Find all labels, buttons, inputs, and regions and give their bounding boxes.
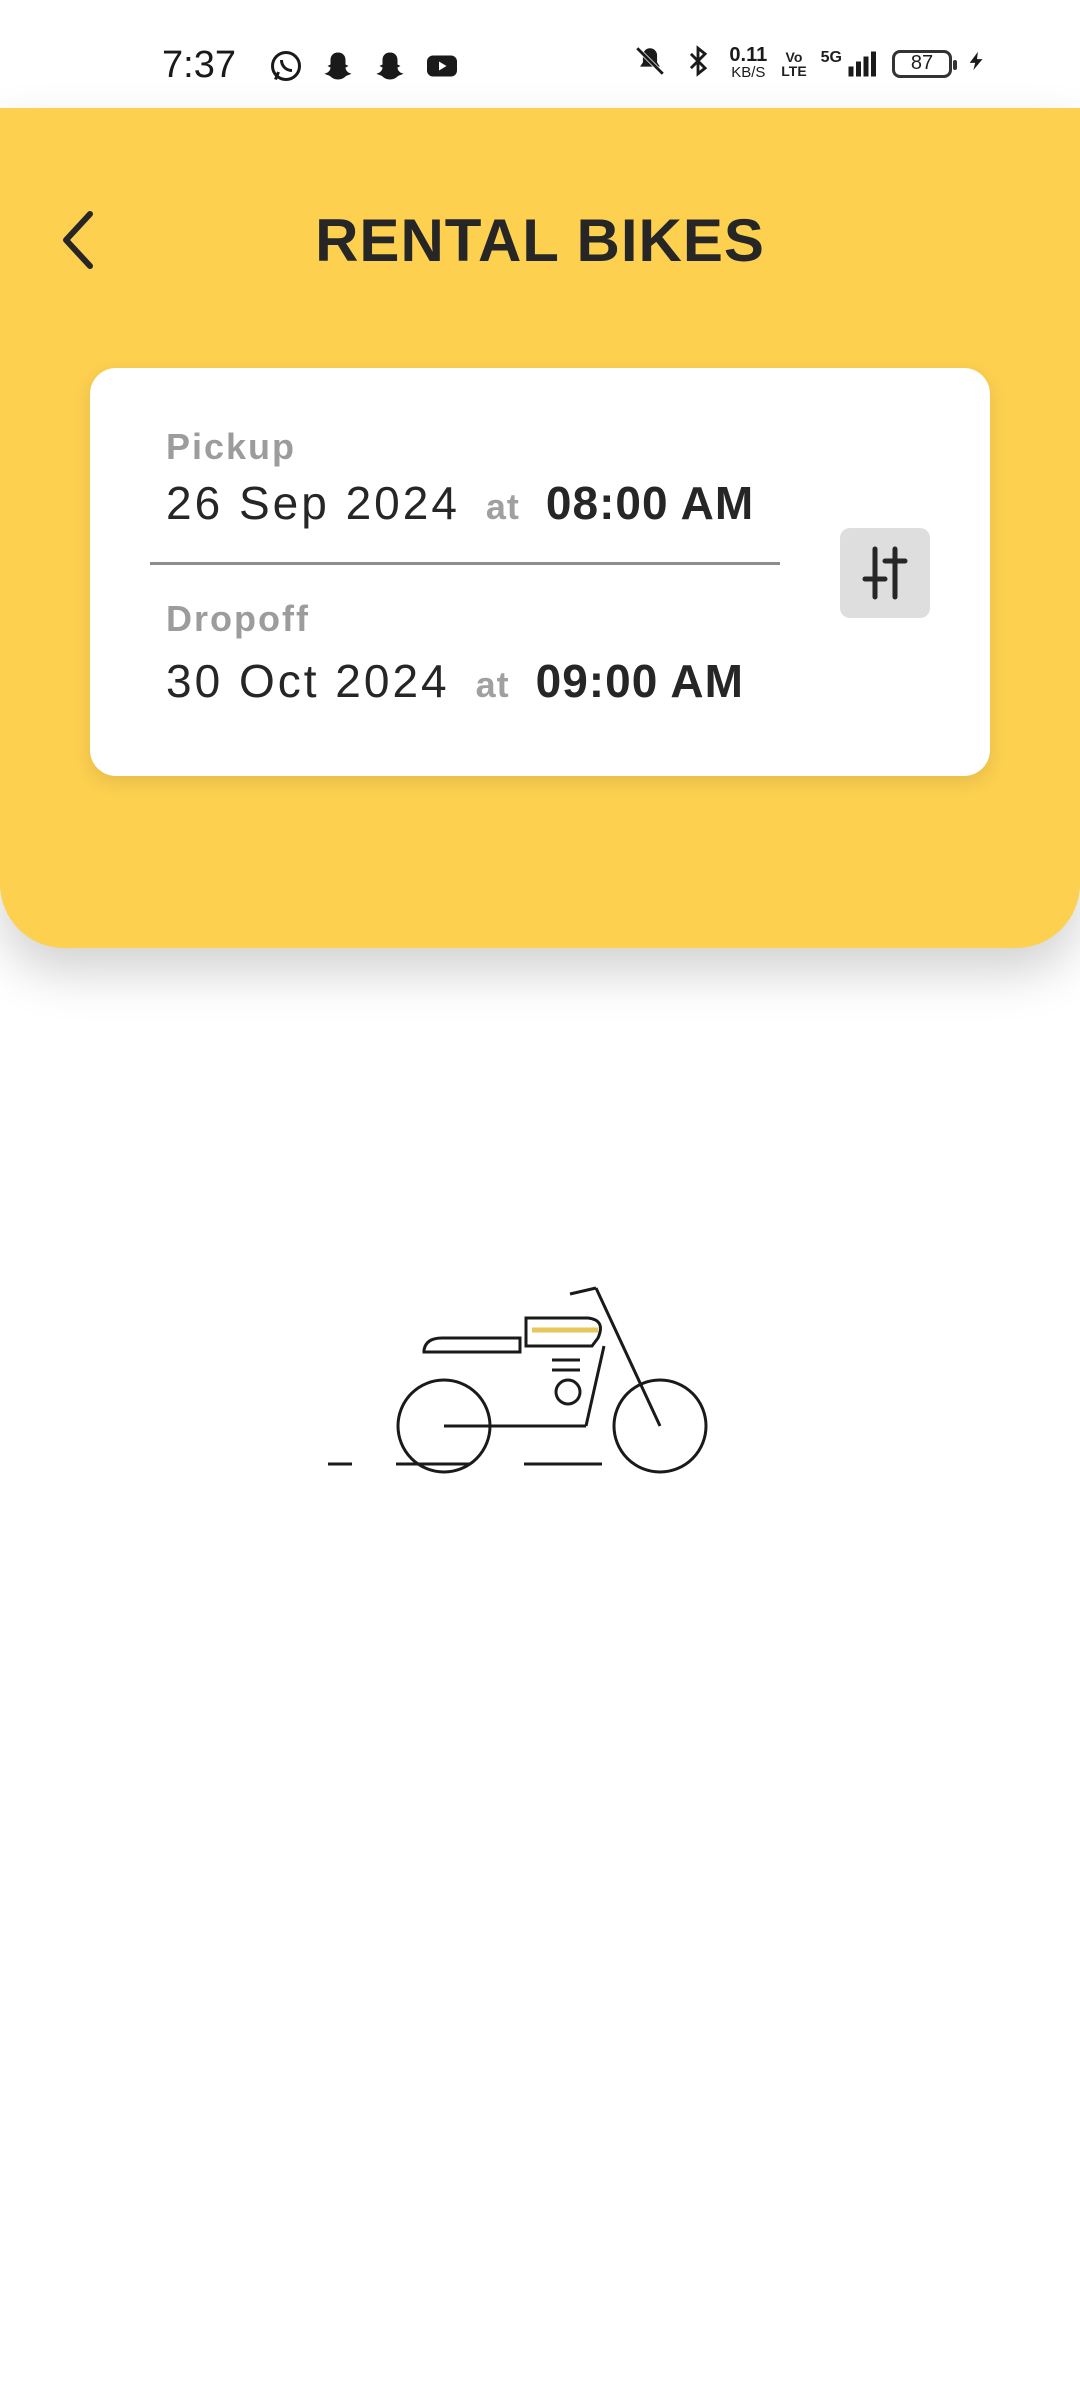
divider: [150, 562, 780, 565]
header-panel: RENTAL BIKES Pickup 26 Sep 2024 at 08:00…: [0, 108, 1080, 948]
page-title: RENTAL BIKES: [315, 207, 765, 274]
status-bar: 7:37 0.11 KB/S Vo LTE 5G 87: [0, 0, 1080, 108]
pickup-time[interactable]: 08:00 AM: [546, 476, 754, 530]
dropoff-row[interactable]: Dropoff 30 Oct 2024 at 09:00 AM: [166, 598, 744, 708]
snapchat-icon: [372, 48, 408, 89]
pickup-date[interactable]: 26 Sep 2024: [166, 476, 460, 530]
whatsapp-icon: [268, 48, 304, 89]
signal-icon: 5G: [821, 49, 878, 79]
status-time: 7:37: [162, 44, 236, 86]
sliders-icon: [862, 546, 908, 600]
dropoff-time[interactable]: 09:00 AM: [536, 654, 744, 708]
battery-indicator: 87: [892, 49, 957, 78]
booking-dates-card[interactable]: Pickup 26 Sep 2024 at 08:00 AM Dropoff 3…: [90, 368, 990, 776]
youtube-icon: [424, 48, 460, 89]
dropoff-label: Dropoff: [166, 598, 310, 639]
motorcycle-icon: [328, 1286, 708, 1474]
pickup-label: Pickup: [166, 426, 297, 467]
network-speed: 0.11 KB/S: [729, 43, 768, 81]
filter-button[interactable]: [840, 528, 930, 618]
notification-icons: [268, 48, 460, 89]
bluetooth-icon: [681, 44, 715, 83]
mute-icon: [633, 44, 667, 83]
system-icons: 0.11 KB/S Vo LTE 5G 87: [633, 44, 988, 83]
snapchat-icon: [320, 48, 356, 89]
pickup-at: at: [485, 486, 520, 527]
dropoff-date[interactable]: 30 Oct 2024: [166, 654, 450, 708]
dropoff-at: at: [475, 664, 510, 705]
volte-indicator: Vo LTE: [781, 48, 807, 79]
charging-icon: [966, 44, 988, 83]
motorcycle-illustration: [320, 1280, 720, 1480]
pickup-row[interactable]: Pickup 26 Sep 2024 at 08:00 AM: [166, 426, 754, 530]
